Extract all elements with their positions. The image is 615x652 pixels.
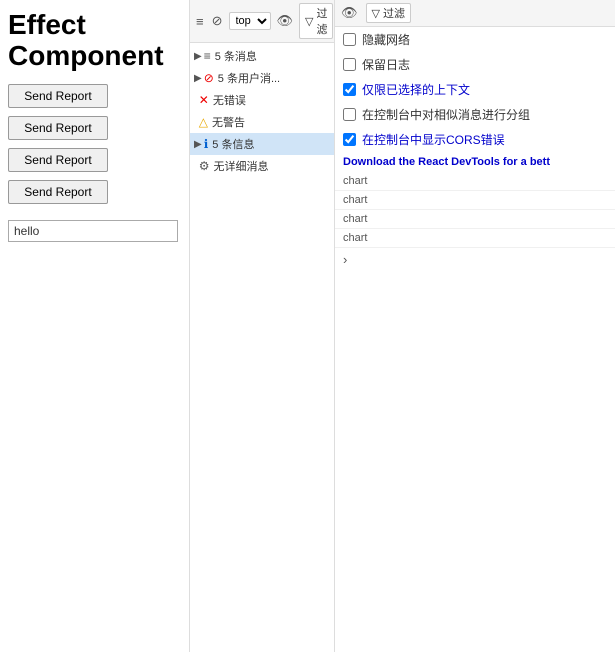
list-item-all[interactable]: ▶ ≡ 5 条消息: [190, 45, 334, 67]
selected-context-checkbox[interactable]: [343, 83, 356, 96]
settings-icon: ⚙: [199, 159, 210, 173]
chart-item-2: chart: [335, 191, 615, 210]
preserve-log-checkbox[interactable]: [343, 58, 356, 71]
right-panel: 👁 ▽ 过滤 隐藏网络 保留日志 仅限已选择的上下文 在控制台中对相似消息进行分…: [335, 0, 615, 652]
send-report-button-1[interactable]: Send Report: [8, 84, 108, 108]
effect-component-title: EffectComponent: [8, 10, 181, 72]
arrow-icon: ▶: [194, 51, 202, 62]
filter-label: 过滤: [316, 5, 327, 37]
group-similar-checkbox[interactable]: [343, 108, 356, 121]
list-icon[interactable]: ≡: [194, 13, 206, 30]
checkbox-preserve-log[interactable]: 保留日志: [335, 52, 615, 77]
chart-item-1: chart: [335, 172, 615, 191]
item-label: 无错误: [213, 92, 246, 108]
filter-label: 过滤: [383, 5, 405, 21]
send-report-button-4[interactable]: Send Report: [8, 180, 108, 204]
arrow-spacer: [194, 95, 197, 106]
checkbox-cors-errors[interactable]: 在控制台中显示CORS错误: [335, 127, 615, 152]
block-icon[interactable]: ⊘: [210, 12, 225, 30]
error-icon: ✕: [199, 93, 209, 107]
left-panel: EffectComponent Send Report Send Report …: [0, 0, 190, 652]
item-label: 5 条消息: [215, 48, 257, 64]
send-report-button-3[interactable]: Send Report: [8, 148, 108, 172]
arrow-spacer: [194, 117, 197, 128]
chart-item-4: chart: [335, 229, 615, 248]
filter-icon: ▽: [372, 7, 380, 20]
eye-icon[interactable]: 👁: [275, 12, 296, 30]
cors-errors-checkbox[interactable]: [343, 133, 356, 146]
middle-toolbar: ≡ ⊘ top 👁 ▽ 过滤: [190, 0, 334, 43]
warn-icon: △: [199, 115, 208, 129]
checkbox-group-similar[interactable]: 在控制台中对相似消息进行分组: [335, 102, 615, 127]
filter-icon: ▽: [305, 15, 313, 28]
filter-button[interactable]: ▽ 过滤: [299, 3, 333, 39]
group-similar-label: 在控制台中对相似消息进行分组: [362, 106, 530, 123]
list-item-errors[interactable]: ✕ 无错误: [190, 89, 334, 111]
selected-context-label: 仅限已选择的上下文: [362, 81, 470, 98]
send-report-button-2[interactable]: Send Report: [8, 116, 108, 140]
list-item-user[interactable]: ▶ ⊘ 5 条用户消...: [190, 67, 334, 89]
expand-arrow[interactable]: ›: [335, 248, 615, 271]
right-toolbar: 👁 ▽ 过滤: [335, 0, 615, 27]
item-label: 无警告: [212, 114, 245, 130]
list-item-verbose[interactable]: ⚙ 无详细消息: [190, 155, 334, 177]
list-icon: ≡: [204, 49, 211, 63]
arrow-icon: ▶: [194, 73, 202, 84]
hello-input[interactable]: [8, 220, 178, 242]
item-label: 5 条用户消...: [218, 70, 280, 86]
preserve-log-label: 保留日志: [362, 56, 410, 73]
console-list: ▶ ≡ 5 条消息 ▶ ⊘ 5 条用户消... ✕ 无错误 △ 无警告 ▶ ℹ …: [190, 43, 334, 179]
filter-button[interactable]: ▽ 过滤: [366, 3, 411, 23]
item-label: 5 条信息: [212, 136, 254, 152]
eye-icon[interactable]: 👁: [341, 5, 358, 21]
checkbox-selected-context[interactable]: 仅限已选择的上下文: [335, 77, 615, 102]
arrow-spacer: [194, 161, 197, 172]
list-item-info[interactable]: ▶ ℹ 5 条信息: [190, 133, 334, 155]
hide-network-label: 隐藏网络: [362, 31, 410, 48]
cors-errors-label: 在控制台中显示CORS错误: [362, 131, 505, 148]
middle-panel: ≡ ⊘ top 👁 ▽ 过滤 ▶ ≡ 5 条消息 ▶ ⊘ 5 条用户消... ✕…: [190, 0, 335, 652]
download-devtools-link[interactable]: Download the React DevTools for a bett: [335, 152, 615, 172]
chart-item-3: chart: [335, 210, 615, 229]
block-icon: ⊘: [204, 71, 214, 85]
item-label: 无详细消息: [214, 158, 269, 174]
checkbox-hide-network[interactable]: 隐藏网络: [335, 27, 615, 52]
arrow-icon: ▶: [194, 139, 202, 150]
hide-network-checkbox[interactable]: [343, 33, 356, 46]
info-icon: ℹ: [204, 137, 209, 151]
list-item-warnings[interactable]: △ 无警告: [190, 111, 334, 133]
level-select[interactable]: top: [229, 12, 271, 30]
